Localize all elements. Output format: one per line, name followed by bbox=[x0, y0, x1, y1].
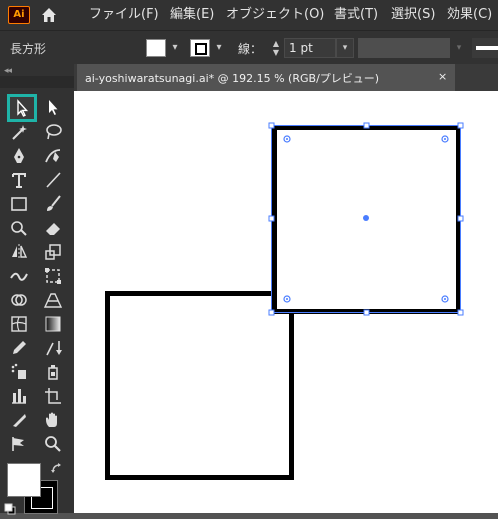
shape-builder-tool-icon[interactable] bbox=[6, 289, 32, 311]
artboard-canvas[interactable] bbox=[74, 91, 498, 513]
direct-selection-tool-icon[interactable] bbox=[40, 96, 66, 118]
stroke-dropdown-icon[interactable]: ▾ bbox=[212, 39, 226, 57]
scale-tool-icon[interactable] bbox=[40, 241, 66, 263]
fill-swatch[interactable] bbox=[146, 39, 166, 57]
stroke-weight-dropdown-icon[interactable]: ▾ bbox=[336, 38, 354, 58]
blend-tool-icon[interactable] bbox=[40, 337, 66, 359]
live-paint-bucket-tool-icon[interactable] bbox=[40, 361, 66, 383]
free-transform-tool-icon[interactable] bbox=[40, 265, 66, 287]
resize-handle-top bbox=[363, 122, 370, 129]
artboard-tool-icon[interactable] bbox=[40, 385, 66, 407]
document-tab-bar: ai-yoshiwaratsunagi.ai* @ 192.15 % (RGB/… bbox=[74, 64, 498, 91]
brush-definition-field[interactable] bbox=[472, 38, 498, 58]
column-graph-tool-icon[interactable] bbox=[6, 385, 32, 407]
profile-dropdown-icon[interactable]: ▾ bbox=[452, 38, 466, 58]
paintbrush-tool-icon[interactable] bbox=[40, 193, 66, 215]
reflect-tool-icon[interactable] bbox=[6, 241, 32, 263]
resize-handle-bottom-left bbox=[268, 309, 275, 316]
width-tool-icon[interactable] bbox=[6, 265, 32, 287]
object-type-label: 長方形 bbox=[10, 42, 47, 56]
gradient-tool-icon[interactable] bbox=[40, 313, 66, 335]
slice-tool-icon[interactable] bbox=[6, 409, 32, 431]
menu-file[interactable]: ファイル(F) bbox=[89, 6, 159, 24]
stroke-weight-input[interactable]: 1 pt bbox=[284, 38, 336, 58]
hand-tool-icon[interactable] bbox=[40, 409, 66, 431]
eyedropper-tool-icon[interactable] bbox=[6, 337, 32, 359]
shaper-tool-icon[interactable] bbox=[6, 217, 32, 239]
resize-handle-bottom bbox=[363, 309, 370, 316]
selection-tool-icon[interactable] bbox=[7, 94, 37, 122]
symbol-sprayer-tool-icon[interactable] bbox=[6, 361, 32, 383]
perspective-grid-tool-icon[interactable] bbox=[40, 289, 66, 311]
tools-panel-header[interactable] bbox=[0, 76, 74, 88]
app-logo: Ai bbox=[8, 6, 30, 24]
menu-effect[interactable]: 効果(C) bbox=[447, 6, 492, 24]
stroke-stepper-icon[interactable]: ▲ ▼ bbox=[268, 39, 284, 57]
rectangle-tool-icon[interactable] bbox=[6, 193, 32, 215]
stroke-swatch[interactable] bbox=[190, 39, 210, 57]
resize-handle-bottom-right bbox=[457, 309, 464, 316]
close-icon[interactable]: × bbox=[438, 70, 447, 83]
type-tool-icon[interactable] bbox=[6, 169, 32, 191]
line-segment-tool-icon[interactable] bbox=[40, 169, 66, 191]
menu-type[interactable]: 書式(T) bbox=[334, 6, 378, 24]
resize-handle-left bbox=[268, 215, 275, 222]
eraser-tool-icon[interactable] bbox=[40, 217, 66, 239]
bottom-left-rectangle[interactable] bbox=[105, 291, 294, 480]
curvature-tool-icon[interactable] bbox=[40, 145, 66, 167]
fill-dropdown-icon[interactable]: ▾ bbox=[168, 39, 182, 57]
fill-color-box[interactable] bbox=[7, 463, 41, 497]
menu-bar: Ai ファイル(F) 編集(E) オブジェクト(O) 書式(T) 選択(S) 効… bbox=[0, 0, 498, 30]
pen-tool-icon[interactable] bbox=[6, 145, 32, 167]
puppet-warp-tool-icon[interactable] bbox=[6, 433, 32, 455]
menu-object[interactable]: オブジェクト(O) bbox=[226, 6, 324, 24]
document-tab-title: ai-yoshiwaratsunagi.ai* @ 192.15 % (RGB/… bbox=[85, 72, 380, 85]
lasso-tool-icon[interactable] bbox=[40, 121, 66, 143]
control-bar: 長方形 ▾ ▾ 線： ▲ ▼ 1 pt ▾ ▾ bbox=[0, 30, 498, 65]
swap-fill-stroke-icon[interactable] bbox=[50, 462, 64, 476]
stroke-label[interactable]: 線： bbox=[238, 40, 262, 57]
resize-handle-right bbox=[457, 215, 464, 222]
magic-wand-tool-icon[interactable] bbox=[6, 121, 32, 143]
menu-select[interactable]: 選択(S) bbox=[391, 6, 435, 24]
resize-handle-top-left bbox=[268, 122, 275, 129]
resize-handle-top-right bbox=[457, 122, 464, 129]
center-point bbox=[363, 215, 369, 221]
menu-edit[interactable]: 編集(E) bbox=[170, 6, 214, 24]
mesh-tool-icon[interactable] bbox=[6, 313, 32, 335]
panel-collapse-icon[interactable]: ◂◂ bbox=[4, 66, 12, 76]
document-tab[interactable]: ai-yoshiwaratsunagi.ai* @ 192.15 % (RGB/… bbox=[77, 64, 455, 91]
home-icon[interactable] bbox=[40, 6, 58, 24]
default-colors-icon[interactable] bbox=[4, 500, 16, 515]
zoom-tool-icon[interactable] bbox=[40, 433, 66, 455]
variable-width-profile-field[interactable] bbox=[358, 38, 450, 58]
